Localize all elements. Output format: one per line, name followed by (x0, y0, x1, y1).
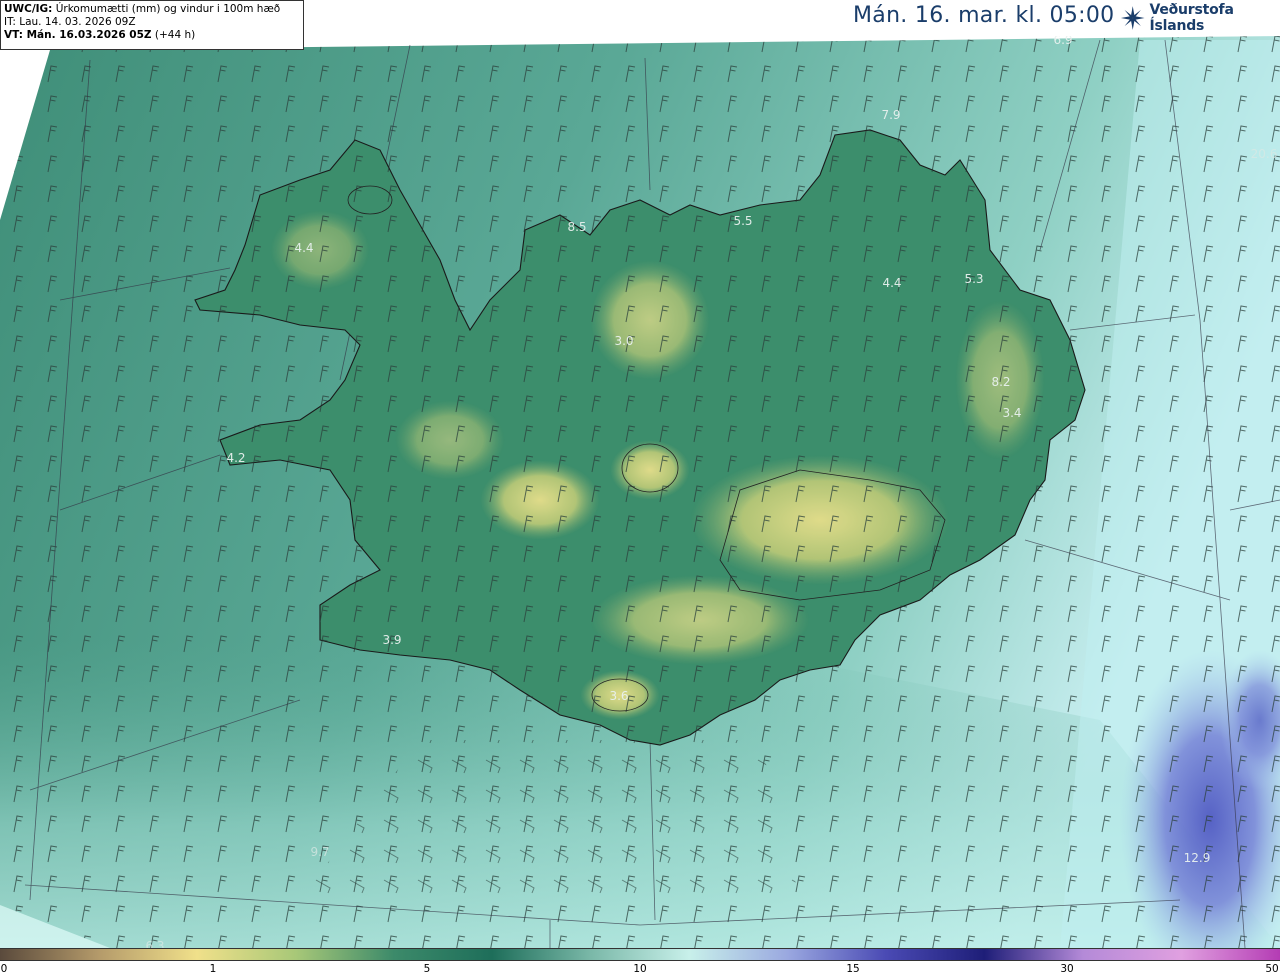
precip-value-label: 3.9 (382, 633, 401, 647)
colorbar-tick: 5 (423, 963, 431, 975)
brand-name: Veðurstofa Íslands (1149, 2, 1234, 34)
colorbar-tick: 1 (209, 963, 217, 975)
valid-time-title: Mán. 16. mar. kl. 05:00 (853, 3, 1115, 28)
precip-value-label: 4.4 (882, 276, 901, 290)
valid-time-box: Mán. 16. mar. kl. 05:00 Veðurstofa Íslan… (848, 0, 1280, 36)
precip-value-label: 4.2 (226, 451, 245, 465)
vedurstofa-logo-icon (1120, 6, 1145, 30)
run-info-box: UWC/IG: Úrkomumætti (mm) og vindur i 100… (0, 0, 304, 50)
colorbar-tick: 15 (846, 963, 860, 975)
precip-value-label: 9.7 (310, 845, 329, 859)
model-label: UWC/IG: (4, 3, 53, 15)
colorbar-tick: 30 (1060, 963, 1074, 975)
precip-value-label: 7.9 (881, 108, 900, 122)
forecast-offset: (+44 h) (154, 29, 196, 41)
forecast-map: 6.97.920.68.5 5.54.44.4 5.33.08.23.44.23.9… (0, 0, 1280, 948)
colorbar-tick: 10 (633, 963, 647, 975)
valid-time-label: VT: Mán. 16.03.2026 05Z (4, 29, 152, 41)
precip-value-label: 3.4 (1002, 406, 1021, 420)
precip-value-label: 5.5 (733, 214, 752, 228)
precip-value-label: 5.3 (964, 272, 983, 286)
precip-value-label: 8.5 (567, 220, 586, 234)
precipitation-colorbar (0, 948, 1280, 961)
precip-value-label: 3.6 (609, 689, 628, 703)
colorbar-tick: 50 (1265, 963, 1279, 975)
precip-value-label: 4.4 (294, 241, 313, 255)
brand: Veðurstofa Íslands (1120, 2, 1280, 34)
colorbar-tick: 0 (0, 963, 8, 975)
colorbar-ticks: 0 1 5 10 15 30 50 (0, 961, 1280, 978)
precip-value-label: 3.0 (614, 334, 633, 348)
initial-time: IT: Lau. 14. 03. 2026 09Z (4, 16, 136, 28)
precip-value-label: 12.9 (1184, 851, 1211, 865)
precip-value-label: 6.3 (145, 939, 164, 948)
field-description: Úrkomumætti (mm) og vindur i 100m hæð (55, 3, 281, 15)
precip-value-label: 8.2 (991, 375, 1010, 389)
precip-value-label: 20.6 (1251, 147, 1278, 161)
